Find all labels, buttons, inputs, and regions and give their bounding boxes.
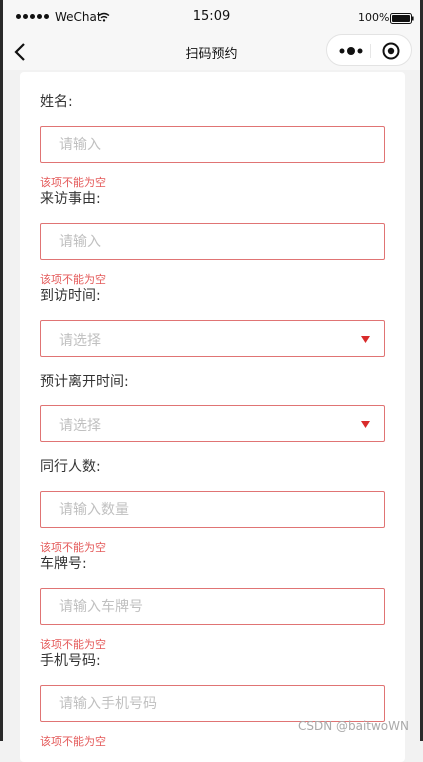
navigation-bar: 扫码预约 <box>3 34 420 70</box>
battery-percentage: 100% <box>358 11 390 24</box>
visit-time-picker[interactable]: 请选择 <box>40 320 385 357</box>
phone-input-box <box>40 685 385 722</box>
reason-label: 来访事由: <box>40 191 101 207</box>
appointment-form: 姓名: 该项不能为空 来访事由: 该项不能为空 到访时间: 请选择 预计离开时间… <box>20 72 405 762</box>
status-bar: WeChat 15:09 100% <box>3 0 420 34</box>
phone-label: 手机号码: <box>40 653 101 669</box>
visit-time-field: 到访时间: 请选择 <box>40 286 385 366</box>
name-input-box <box>40 126 385 163</box>
companions-field: 同行人数: 该项不能为空 <box>40 457 385 557</box>
close-mini-program-icon[interactable] <box>382 42 400 60</box>
leave-time-label: 预计离开时间: <box>40 374 129 390</box>
leave-time-field: 预计离开时间: 请选择 <box>40 372 385 452</box>
plate-input-box <box>40 588 385 625</box>
name-field: 姓名: 该项不能为空 <box>40 92 385 192</box>
visit-time-placeholder: 请选择 <box>59 333 101 349</box>
name-input[interactable] <box>41 127 339 162</box>
plate-input[interactable] <box>41 589 339 624</box>
visit-time-label: 到访时间: <box>40 288 101 304</box>
companions-label: 同行人数: <box>40 459 101 475</box>
reason-field: 来访事由: 该项不能为空 <box>40 189 385 289</box>
plate-field: 车牌号: 该项不能为空 <box>40 554 385 654</box>
phone-error: 该项不能为空 <box>40 735 106 748</box>
phone-input[interactable] <box>41 686 339 721</box>
window-frame-left <box>0 0 3 741</box>
name-label: 姓名: <box>40 94 73 110</box>
companions-input[interactable] <box>41 492 339 527</box>
leave-time-picker[interactable]: 请选择 <box>40 405 385 442</box>
reason-input[interactable] <box>41 224 339 259</box>
phone-field: 手机号码: 该项不能为空 <box>40 651 385 751</box>
reason-input-box <box>40 223 385 260</box>
plate-label: 车牌号: <box>40 556 87 572</box>
more-options-icon[interactable] <box>336 41 368 61</box>
dropdown-caret-icon <box>361 336 370 343</box>
mini-program-capsule <box>326 34 412 66</box>
watermark: CSDN @baitwoWN <box>297 719 409 733</box>
leave-time-placeholder: 请选择 <box>59 418 101 434</box>
name-error: 该项不能为空 <box>40 176 106 189</box>
reason-error: 该项不能为空 <box>40 273 106 286</box>
battery-icon <box>390 13 414 24</box>
capsule-divider <box>370 44 371 58</box>
companions-error: 该项不能为空 <box>40 541 106 554</box>
dropdown-caret-icon <box>361 421 370 428</box>
plate-error: 该项不能为空 <box>40 638 106 651</box>
companions-input-box <box>40 491 385 528</box>
